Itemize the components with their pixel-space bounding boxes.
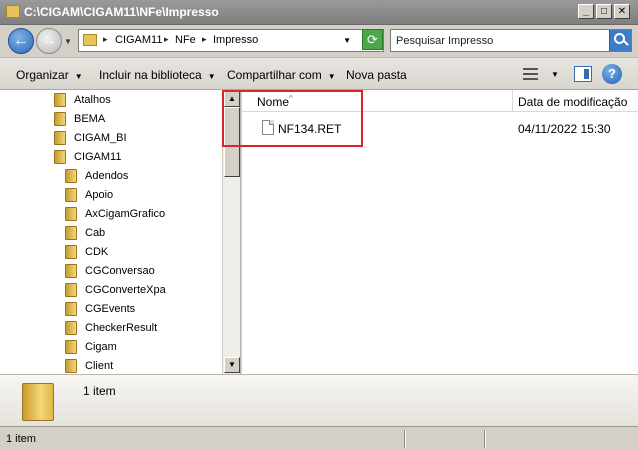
folder-icon bbox=[65, 302, 77, 316]
folder-icon bbox=[54, 150, 66, 164]
breadcrumb-cigam11[interactable]: CIGAM11 bbox=[115, 34, 162, 46]
help-icon[interactable]: ? bbox=[602, 64, 622, 84]
status-divider bbox=[404, 430, 405, 448]
forward-button[interactable]: → bbox=[36, 28, 62, 54]
breadcrumb-impresso[interactable]: Impresso bbox=[213, 34, 258, 46]
folder-icon bbox=[65, 340, 77, 354]
status-text: 1 item bbox=[6, 433, 36, 445]
folder-icon bbox=[6, 5, 20, 18]
highlight-annotation bbox=[222, 90, 363, 147]
window-title: C:\CIGAM\CIGAM11\NFe\Impresso bbox=[24, 5, 219, 19]
folder-icon bbox=[65, 264, 77, 278]
include-library-menu[interactable]: Incluir na biblioteca ▼ bbox=[99, 68, 216, 82]
folder-icon bbox=[54, 93, 66, 107]
folder-icon bbox=[65, 283, 77, 297]
details-pane: 1 item bbox=[0, 374, 638, 426]
folder-icon bbox=[65, 169, 77, 183]
folder-icon bbox=[22, 383, 54, 421]
maximize-button[interactable]: □ bbox=[596, 4, 612, 19]
folder-icon bbox=[65, 321, 77, 335]
folder-icon bbox=[65, 207, 77, 221]
command-bar: Organizar ▼ Incluir na biblioteca ▼ Compar… bbox=[0, 57, 638, 90]
folder-icon bbox=[65, 226, 77, 240]
navigation-pane[interactable]: Atalhos BEMA CIGAM_BI CIGAM11 Adendos Ap… bbox=[0, 90, 241, 374]
folder-icon bbox=[65, 188, 77, 202]
folder-icon bbox=[54, 131, 66, 145]
breadcrumb-nfe[interactable]: NFe bbox=[175, 34, 196, 46]
search-placeholder: Pesquisar Impresso bbox=[396, 35, 494, 47]
new-folder-button[interactable]: Nova pasta bbox=[346, 68, 407, 82]
organize-menu[interactable]: Organizar ▼ bbox=[16, 68, 83, 82]
chevron-right-icon[interactable]: ▸ bbox=[164, 34, 169, 45]
address-bar-row: ← → ▼ ▸ CIGAM11 ▸ NFe ▸ Impresso ▼ ⟳ Pes… bbox=[0, 25, 638, 57]
folder-icon bbox=[83, 34, 97, 46]
view-options-icon[interactable] bbox=[523, 68, 538, 80]
scroll-down-button[interactable]: ▼ bbox=[224, 357, 240, 373]
view-options-dropdown[interactable]: ▼ bbox=[551, 70, 559, 79]
status-bar: 1 item bbox=[0, 426, 638, 450]
address-bar[interactable]: ▸ CIGAM11 ▸ NFe ▸ Impresso ▼ bbox=[78, 29, 384, 52]
search-input[interactable]: Pesquisar Impresso bbox=[390, 29, 632, 52]
share-menu[interactable]: Compartilhar com ▼ bbox=[227, 68, 336, 82]
folder-icon bbox=[65, 245, 77, 259]
close-button[interactable]: ✕ bbox=[614, 4, 630, 19]
chevron-right-icon[interactable]: ▸ bbox=[103, 34, 108, 45]
title-bar: C:\CIGAM\CIGAM11\NFe\Impresso _ □ ✕ bbox=[0, 0, 638, 25]
minimize-button[interactable]: _ bbox=[578, 4, 594, 19]
back-button[interactable]: ← bbox=[8, 28, 34, 54]
search-icon[interactable] bbox=[609, 30, 631, 51]
status-divider bbox=[484, 430, 485, 448]
file-modified: 04/11/2022 15:30 bbox=[518, 122, 611, 136]
recent-pages-dropdown[interactable]: ▼ bbox=[64, 37, 72, 46]
preview-pane-icon[interactable] bbox=[574, 66, 592, 82]
folder-icon bbox=[54, 112, 66, 126]
folder-icon bbox=[65, 359, 77, 373]
address-dropdown-icon[interactable]: ▼ bbox=[343, 36, 351, 45]
chevron-right-icon[interactable]: ▸ bbox=[202, 34, 207, 45]
item-count: 1 item bbox=[83, 384, 116, 398]
column-modified[interactable]: Data de modificação bbox=[514, 90, 638, 112]
refresh-button[interactable]: ⟳ bbox=[362, 29, 383, 50]
